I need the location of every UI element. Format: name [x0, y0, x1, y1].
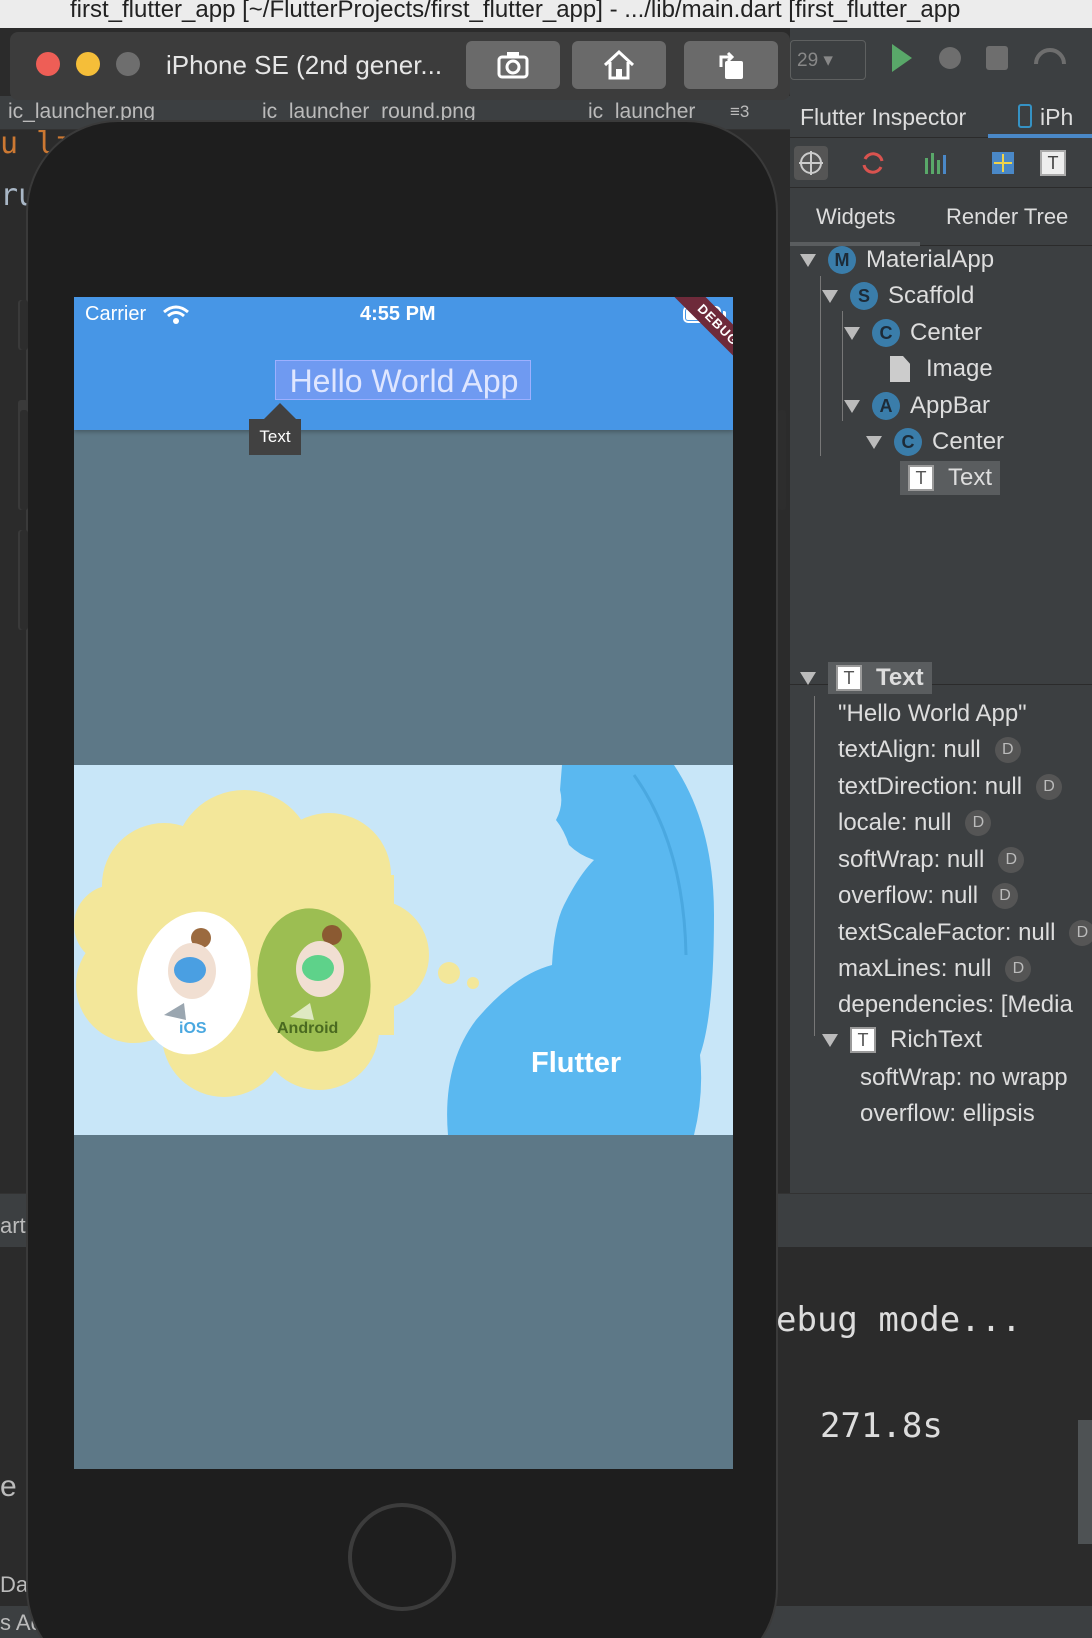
refresh-icon — [862, 152, 884, 174]
tab-widgets[interactable]: Widgets — [816, 204, 895, 230]
app-screen: Carrier 4:55 PM Hello World App DEBUG Te… — [74, 297, 733, 1469]
tree-node-text-selected[interactable]: T Text — [900, 461, 1001, 495]
text-badge-icon: T — [836, 665, 862, 691]
prop-softwrap: softWrap: null D — [838, 846, 1025, 874]
prop-overflow: overflow: null D — [838, 882, 1019, 910]
prop-textalign: textAlign: null D — [838, 736, 1021, 764]
home-button[interactable] — [572, 41, 666, 89]
camera-icon — [497, 52, 529, 79]
sdk-select[interactable]: 29 ▾ — [790, 40, 866, 80]
flutter-label: Flutter — [531, 1047, 622, 1079]
text-baseline-button[interactable]: T — [1036, 146, 1070, 180]
tree-guide — [820, 276, 821, 456]
prop-textdirection: textDirection: null D — [838, 773, 1063, 801]
android-label: Android — [277, 1020, 339, 1037]
tab-render-tree[interactable]: Render Tree — [946, 204, 1068, 230]
rotate-icon — [719, 51, 743, 79]
zoom-window-button[interactable] — [116, 52, 140, 76]
tree-node-image[interactable]: Image — [890, 352, 993, 386]
bar-chart-icon — [925, 153, 946, 174]
app-bar: Carrier 4:55 PM Hello World App DEBUG — [74, 297, 733, 430]
flutter-image: iOS Android Flutter — [74, 765, 733, 1135]
inspector-highlight: Hello World App — [275, 360, 531, 400]
screenshot-button[interactable] — [466, 41, 560, 89]
tree-guide — [842, 311, 843, 421]
volume-up-button — [20, 410, 28, 510]
select-widget-button[interactable] — [794, 146, 828, 180]
console-scrollbar[interactable] — [1078, 1420, 1092, 1544]
power-button — [778, 410, 786, 510]
home-icon — [603, 49, 635, 80]
inspector-tooltip: Text — [249, 419, 301, 455]
tab-overflow-button[interactable]: ≡3 — [730, 102, 749, 122]
performance-overlay-button[interactable] — [920, 146, 954, 180]
profile-icon — [1034, 48, 1066, 65]
close-window-button[interactable] — [36, 52, 60, 76]
crosshair-icon — [799, 151, 823, 175]
side-label: art — [0, 1213, 26, 1238]
attach-icon — [986, 46, 1008, 70]
tree-node-appbar[interactable]: A AppBar — [844, 389, 990, 423]
prop-value: "Hello World App" — [838, 700, 1027, 727]
prop-textscalefactor: textScaleFactor: null D — [838, 919, 1092, 947]
pregnancy-illustration — [74, 765, 714, 1135]
layout-icon — [992, 152, 1014, 174]
console-line: 271.8s — [820, 1406, 943, 1446]
appbar-title[interactable]: Hello World App — [276, 361, 532, 401]
text-badge-icon: T — [850, 1027, 876, 1053]
device-tab[interactable]: iPh — [1040, 104, 1073, 131]
refresh-tree-button[interactable] — [856, 146, 890, 180]
volume-down-button — [20, 530, 28, 630]
text-icon: T — [1040, 150, 1066, 176]
prop-maxlines: maxLines: null D — [838, 955, 1032, 983]
debug-paint-button[interactable] — [986, 146, 1020, 180]
phone-icon — [1018, 104, 1032, 128]
inspector-subtabs: Widgets Render Tree — [790, 188, 1092, 246]
details-node-text[interactable]: T Text — [800, 661, 932, 695]
prop-dependencies: dependencies: [Media — [838, 991, 1073, 1018]
tree-node-center[interactable]: C Center — [844, 316, 982, 350]
device-name: iPhone SE (2nd gener... — [166, 50, 443, 80]
rotate-button[interactable] — [684, 41, 778, 89]
debug-icon — [939, 47, 961, 69]
ios-status-bar: Carrier 4:55 PM — [74, 297, 733, 333]
prop-richtext-overflow: overflow: ellipsis — [860, 1100, 1035, 1127]
run-icon — [892, 44, 912, 72]
carrier-label: Carrier — [85, 303, 147, 325]
prop-richtext-softwrap: softWrap: no wrapp — [860, 1064, 1068, 1091]
inspector-toolbar: T — [790, 138, 1092, 188]
tree-node-scaffold[interactable]: S Scaffold — [822, 279, 974, 313]
mute-switch — [20, 300, 28, 350]
window-title-bar: first_flutter_app [~/FlutterProjects/fir… — [0, 0, 1092, 28]
tree-node-center-2[interactable]: C Center — [866, 425, 1004, 459]
minimize-window-button[interactable] — [76, 52, 100, 76]
details-node-richtext[interactable]: T RichText — [822, 1023, 982, 1057]
console-line: ebug mode... — [776, 1300, 1022, 1340]
file-icon — [890, 356, 910, 382]
tree-guide — [814, 696, 815, 1036]
status-time: 4:55 PM — [360, 303, 436, 325]
ios-label: iOS — [179, 1020, 207, 1037]
flutter-inspector-panel: Flutter Inspector iPh T Widgets Render T… — [790, 98, 1092, 1193]
window-title: first_flutter_app [~/FlutterProjects/fir… — [70, 0, 961, 23]
tree-node-materialapp[interactable]: M MaterialApp — [800, 243, 994, 277]
prop-locale: locale: null D — [838, 809, 992, 837]
device-home-button[interactable] — [348, 1503, 456, 1611]
inspector-header: Flutter Inspector iPh — [790, 98, 1092, 138]
inspector-title[interactable]: Flutter Inspector — [800, 104, 966, 131]
wifi-icon — [163, 305, 189, 324]
side-label: e — [0, 1470, 17, 1503]
tooltip-arrow — [263, 403, 297, 420]
